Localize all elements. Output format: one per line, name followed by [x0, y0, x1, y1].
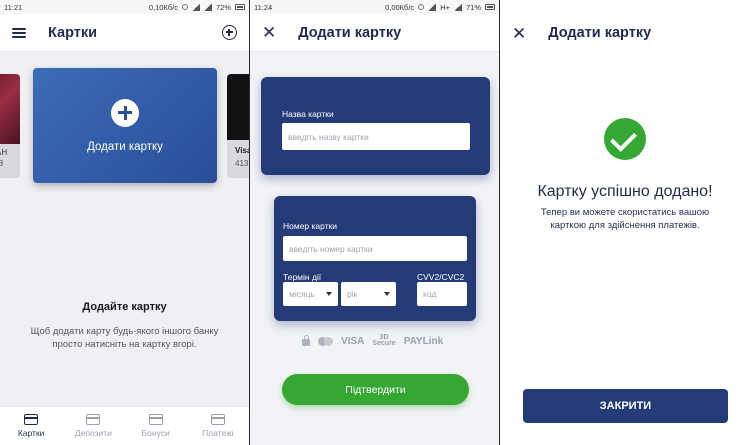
- close-icon[interactable]: ✕: [512, 25, 526, 42]
- year-select-value: рік: [347, 289, 358, 299]
- card-left-preview[interactable]: JAH /18: [0, 74, 20, 178]
- page-title: Додати картку: [548, 25, 652, 41]
- status-bar: 11:24 0,00Кб/с H+ 71%: [250, 0, 499, 14]
- card-number-label: Номер картки: [283, 221, 338, 231]
- signal-icon: [428, 3, 437, 11]
- app-bar: ✕ Додати картку: [500, 14, 750, 52]
- paylink-logo: PAYLink: [403, 335, 444, 347]
- month-select[interactable]: місяць: [283, 282, 338, 306]
- menu-icon[interactable]: [12, 27, 26, 38]
- safe-icon: [86, 414, 101, 425]
- alarm-icon: [181, 4, 188, 10]
- success-screen: ✕ Додати картку Картку успішно додано! Т…: [500, 0, 750, 445]
- cvv-label: CVV2/CVC2: [417, 272, 465, 282]
- card-image: [227, 74, 249, 140]
- nav-item-payments[interactable]: Платежі: [187, 407, 249, 445]
- status-bar: 11:21 0,10Кб/с 72%: [0, 0, 249, 14]
- card-right-preview[interactable]: Visa 413: [227, 74, 249, 178]
- app-bar: Картки: [0, 14, 249, 52]
- expiry-label: Термін дії: [283, 272, 322, 282]
- nav-label: Картки: [17, 428, 45, 438]
- signal-icon-2: [203, 3, 212, 11]
- close-icon[interactable]: ✕: [262, 24, 276, 41]
- chevron-down-icon: [384, 292, 390, 296]
- alarm-icon: [418, 4, 425, 10]
- payment-logos: VISA 3D Secure PAYLink: [302, 334, 444, 348]
- card-number-input[interactable]: введіть номер картки: [283, 236, 467, 261]
- app-bar: ✕ Додати картку: [250, 14, 499, 52]
- status-network: 0,10Кб/с: [148, 2, 178, 12]
- card-left-text: JAH: [0, 148, 8, 157]
- battery-icon: [485, 4, 495, 10]
- card-name-input[interactable]: введіть назву картки: [282, 123, 470, 150]
- card-number-box: Номер картки введіть номер картки Термін…: [274, 196, 476, 321]
- nav-label: Депозити: [74, 428, 112, 438]
- nav-item-bonuses[interactable]: Бонуси: [125, 407, 187, 445]
- nav-item-deposits[interactable]: Депозити: [62, 407, 124, 445]
- card-name-label: Назва картки: [282, 109, 334, 119]
- battery-icon: [235, 4, 245, 10]
- year-select[interactable]: рік: [341, 282, 396, 306]
- success-check-icon: [604, 118, 646, 160]
- plus-icon: [111, 98, 139, 127]
- status-battery: 71%: [465, 2, 481, 12]
- 3d-secure-bottom: Secure: [372, 340, 396, 348]
- confirm-button[interactable]: Підтвердити: [282, 374, 469, 405]
- add-card-label: Додати картку: [87, 140, 163, 153]
- 3d-secure-logo: 3D Secure: [372, 334, 396, 348]
- month-select-value: місяць: [289, 289, 315, 299]
- success-description: Тепер ви можете скористатись вашою картк…: [540, 207, 710, 232]
- nav-label: Платежі: [202, 428, 234, 438]
- page-title: Картки: [48, 24, 98, 41]
- cards-screen: 11:21 0,10Кб/с 72% Картки JAH /18: [0, 0, 249, 445]
- card-left-date: /18: [0, 159, 4, 168]
- status-time: 11:21: [4, 2, 23, 12]
- card-name-box: Назва картки введіть назву картки: [261, 77, 490, 175]
- close-button[interactable]: ЗАКРИТИ: [523, 389, 728, 423]
- status-time: 11:24: [254, 2, 273, 12]
- card-icon: [24, 414, 39, 425]
- empty-state-heading: Додайте картку: [82, 301, 167, 313]
- card-carousel[interactable]: JAH /18 Додати картку Visa 413: [0, 68, 249, 198]
- nav-label: Бонуси: [141, 428, 170, 438]
- status-battery: 72%: [215, 2, 231, 12]
- wallet-icon: [148, 414, 163, 425]
- signal-icon-2: [453, 3, 462, 11]
- cvv-input[interactable]: код: [417, 282, 467, 306]
- card-right-brand: Visa: [235, 146, 249, 155]
- chevron-down-icon: [326, 292, 332, 296]
- add-card-form-screen: 11:24 0,00Кб/с H+ 71% ✕ Додати картку На…: [250, 0, 499, 445]
- page-title: Додати картку: [298, 24, 402, 41]
- nav-item-cards[interactable]: Картки: [0, 407, 62, 445]
- success-title: Картку успішно додано!: [537, 183, 713, 200]
- payment-icon: [210, 414, 225, 425]
- mastercard-icon: [318, 336, 333, 346]
- card-right-number: 413: [235, 159, 249, 168]
- empty-state-description: Щоб додати карту будь-якого іншого банку…: [30, 326, 219, 350]
- status-bar: [500, 0, 750, 14]
- card-image: [0, 74, 20, 144]
- visa-logo: VISA: [341, 335, 365, 347]
- add-circle-icon[interactable]: [222, 25, 237, 40]
- signal-icon: [191, 3, 200, 11]
- bottom-navigation: Картки Депозити Бонуси Платежі: [0, 406, 249, 445]
- lock-icon: [302, 335, 310, 347]
- add-card-tile[interactable]: Додати картку: [33, 68, 217, 183]
- status-network: 0,00Кб/с: [385, 2, 415, 12]
- status-net-type: H+: [440, 2, 450, 12]
